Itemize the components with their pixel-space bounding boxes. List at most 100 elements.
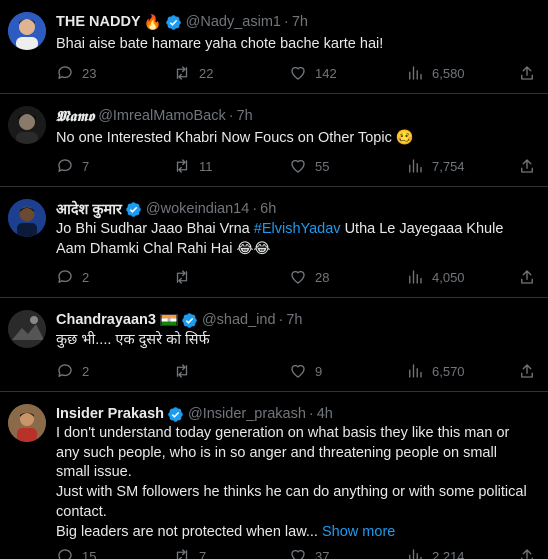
share-button[interactable] [518,157,536,175]
author-name[interactable]: THE NADDY [56,14,141,30]
views-button[interactable]: 6,580 [406,64,465,82]
like-button[interactable]: 55 [289,157,329,175]
author-name-emoji: 🔥 [143,14,162,31]
separator-dot: · [308,406,314,422]
heart-icon [291,159,305,173]
tweet-actions: 2 28 4,050 [56,267,536,287]
tweet[interactable]: आदेश कुमार @wokeindian14 · 6h Jo Bhi Sud… [0,187,548,298]
retweet-button[interactable]: 7 [173,547,206,559]
views-button[interactable]: 2,214 [406,547,465,559]
reply-button[interactable]: 2 [56,268,89,286]
heart-icon [291,270,305,284]
share-button[interactable] [518,268,536,286]
views-icon [409,270,422,284]
avatar[interactable] [8,106,46,144]
retweet-count: 7 [199,548,207,559]
share-button[interactable] [518,547,536,559]
view-count: 6,570 [432,363,465,379]
tweet-text: Bhai aise bate hamare yaha chote bache k… [56,34,532,54]
author-handle[interactable]: @Insider_prakash [188,406,306,422]
view-count: 4,050 [432,269,465,285]
views-icon [409,549,422,559]
like-count: 37 [315,548,330,559]
reply-button[interactable]: 7 [56,157,89,175]
retweet-button[interactable]: 11 [173,157,213,175]
avatar[interactable] [8,12,46,50]
like-count: 9 [315,363,323,379]
timestamp[interactable]: 7h [286,312,302,328]
tweet[interactable]: Insider Prakash @Insider_prakash · 4h I … [0,392,548,559]
tweet-text-content: Bhai aise bate hamare yaha chote bache k… [56,36,384,52]
timestamp[interactable]: 7h [237,108,253,124]
retweet-count: 22 [199,65,214,81]
like-button[interactable]: 9 [289,362,322,380]
avatar[interactable] [8,404,46,442]
tweet-text-content: No one Interested Khabri Now Foucs on Ot… [56,130,414,146]
author-name[interactable]: Insider Prakash [56,406,164,422]
tweet-actions: 2 9 6,570 [56,361,536,381]
reply-button[interactable]: 15 [56,547,96,559]
heart-icon [291,66,305,80]
view-count: 7,754 [432,158,465,174]
tweet-actions: 15 7 37 2,214 [56,546,536,559]
retweet-icon [176,549,188,559]
views-button[interactable]: 6,570 [406,362,465,380]
verified-badge-icon [165,14,181,30]
show-more-link[interactable]: Show more [322,524,395,540]
reply-icon [58,66,72,79]
share-button[interactable] [518,64,536,82]
timestamp[interactable]: 6h [260,201,276,217]
share-button[interactable] [518,362,536,380]
like-button[interactable]: 28 [289,268,329,286]
retweet-icon [176,270,188,284]
tweet[interactable]: Chandrayaan3 @shad_ind · 7h कुछ भी.... ए… [0,298,548,392]
tweet-text-line: Big leaders are not protected when law..… [56,523,532,543]
author-name[interactable]: Chandrayaan3 [56,312,156,328]
reply-button[interactable]: 2 [56,362,89,380]
author-name[interactable]: 𝕸𝖆𝖒𝖔 [56,108,94,125]
reply-button[interactable]: 23 [56,64,96,82]
views-icon [409,159,422,173]
tweet-text: I don't understand today generation on w… [56,424,532,542]
separator-dot: · [278,312,284,328]
reply-count: 15 [82,548,97,559]
share-icon [521,364,533,378]
tweet-actions: 7 11 55 7,754 [56,156,536,176]
author-handle[interactable]: @shad_ind [202,312,276,328]
verified-badge-icon [126,201,141,217]
tweet-text-before: Jo Bhi Sudhar Jaao Bhai Vrna [56,221,254,237]
author-handle[interactable]: @wokeindian14 [146,201,249,217]
share-icon [521,549,533,559]
retweet-button[interactable]: 22 [173,64,213,82]
author-name[interactable]: आदेश कुमार [56,199,122,219]
views-button[interactable]: 7,754 [406,157,465,175]
avatar[interactable] [8,310,46,348]
retweet-count: 11 [199,158,213,174]
author-handle[interactable]: @ImrealMamoBack [98,108,226,124]
tweet[interactable]: THE NADDY 🔥 @Nady_asim1 · 7h Bhai aise b… [0,0,548,94]
like-count: 142 [315,65,337,81]
like-button[interactable]: 142 [289,64,337,82]
views-icon [409,66,422,80]
author-handle[interactable]: @Nady_asim1 [186,14,281,30]
reply-icon [58,270,72,283]
hashtag-link[interactable]: #ElvishYadav [254,221,341,237]
retweet-icon [176,364,188,378]
heart-icon [291,549,305,559]
views-button[interactable]: 4,050 [406,268,465,286]
reply-icon [58,159,72,172]
timestamp[interactable]: 7h [292,14,308,30]
views-icon [409,364,422,378]
tweet-text: Jo Bhi Sudhar Jaao Bhai Vrna #ElvishYada… [56,219,532,259]
separator-dot: · [252,201,258,217]
tweet[interactable]: 𝕸𝖆𝖒𝖔 @ImrealMamoBack · 7h No one Interes… [0,94,548,187]
retweet-button[interactable] [173,268,199,286]
retweet-icon [176,66,188,80]
avatar[interactable] [8,199,46,237]
reply-icon [58,364,72,377]
share-icon [521,159,533,173]
tweet-text-line: I don't understand today generation on w… [56,425,510,481]
retweet-button[interactable] [173,362,199,380]
like-button[interactable]: 37 [289,547,329,559]
timestamp[interactable]: 4h [317,406,333,422]
